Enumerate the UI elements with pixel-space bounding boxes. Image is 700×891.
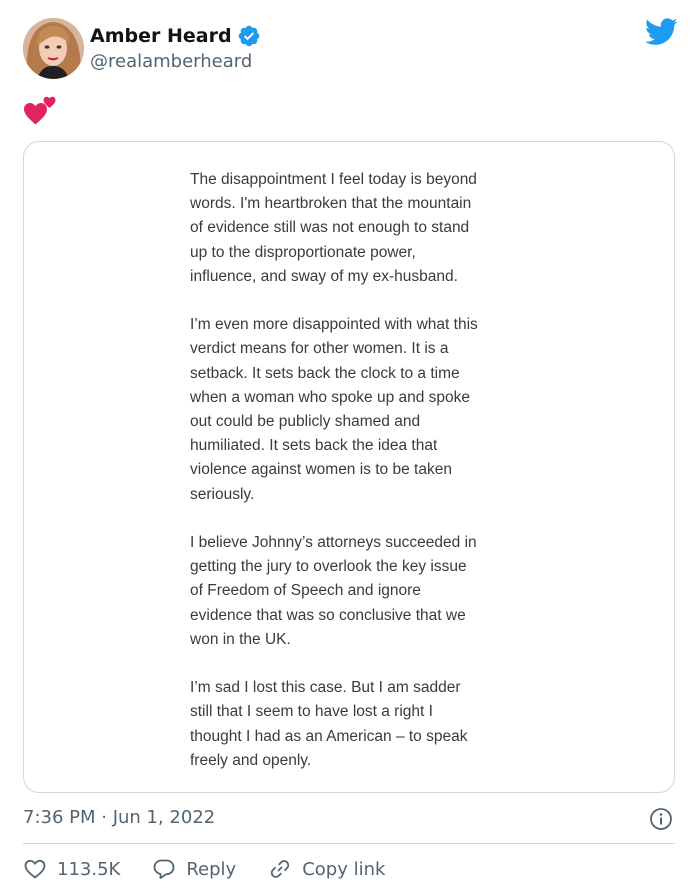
link-icon [271, 860, 290, 878]
avatar[interactable] [23, 18, 84, 79]
tweet-timestamp[interactable]: 7:36 PM · Jun 1, 2022 [23, 806, 215, 830]
statement-paragraph-2: I’m even more disappointed with what thi… [190, 316, 478, 503]
info-icon[interactable] [649, 807, 673, 831]
heart-icon [24, 859, 46, 879]
action-bar: 113.5K Reply Copy link [23, 853, 417, 885]
statement-paragraph-3: I believe Johnny’s attorneys succeeded i… [190, 534, 477, 648]
speech-bubble-icon [153, 859, 175, 879]
reply-button[interactable]: Reply [152, 857, 236, 881]
reply-label: Reply [186, 858, 237, 880]
copy-link-label: Copy link [302, 858, 386, 880]
two-hearts-icon [24, 96, 56, 125]
tweet-text [24, 94, 64, 126]
statement-paragraph-4: I’m sad I lost this case. But I am sadde… [190, 679, 468, 769]
copy-link-button[interactable]: Copy link [268, 857, 385, 881]
user-handle[interactable]: @realamberheard [90, 51, 252, 73]
verified-badge-icon [238, 25, 259, 47]
statement-paragraph-1: The disappointment I feel today is beyon… [190, 171, 477, 285]
name-row: Amber Heard [90, 24, 261, 48]
divider [23, 843, 675, 844]
twitter-bird-icon[interactable] [645, 18, 678, 46]
like-button[interactable]: 113.5K [23, 857, 120, 881]
tweet-header: Amber Heard @realamberheard [23, 18, 683, 80]
display-name[interactable]: Amber Heard [90, 25, 232, 47]
like-count: 113.5K [57, 858, 121, 880]
statement-image[interactable]: The disappointment I feel today is beyon… [23, 141, 675, 793]
statement-text: The disappointment I feel today is beyon… [190, 168, 530, 792]
